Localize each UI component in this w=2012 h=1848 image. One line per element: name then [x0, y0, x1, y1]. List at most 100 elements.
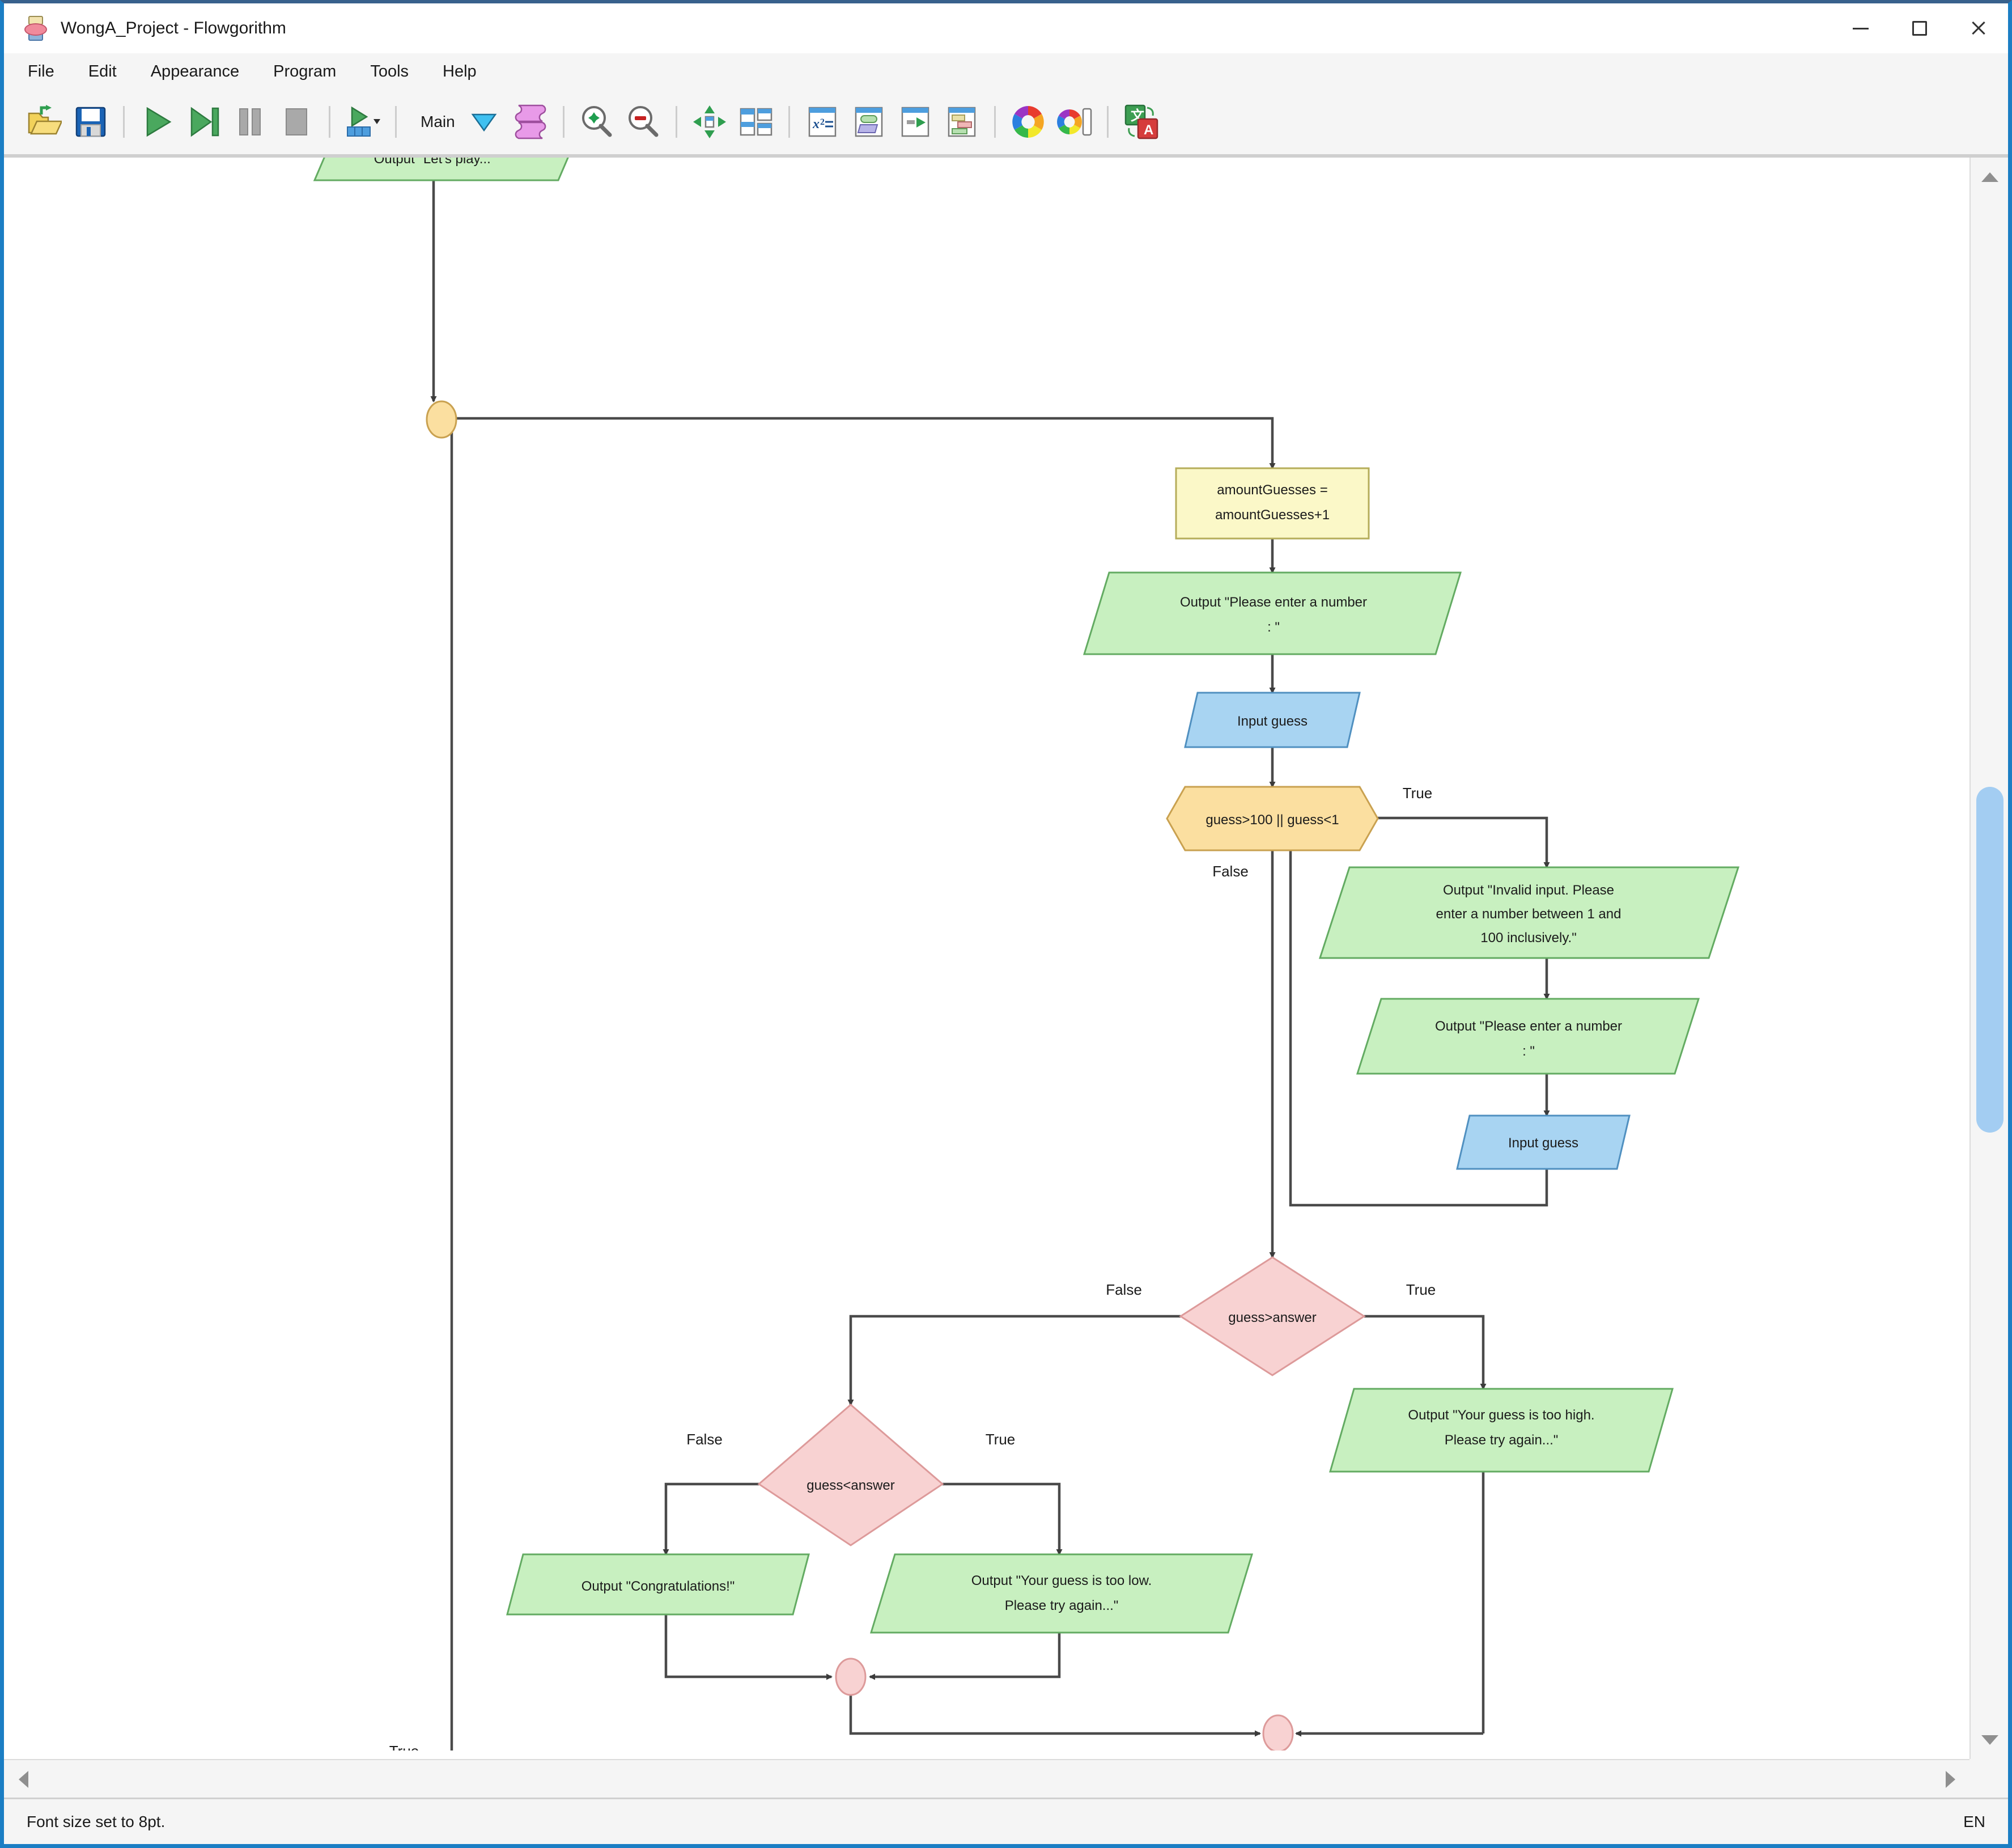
- zoom-out-icon: [628, 106, 659, 137]
- code-button[interactable]: [939, 99, 985, 145]
- maximize-button[interactable]: [1890, 3, 1949, 53]
- node-input-guess-1[interactable]: Input guess: [1184, 692, 1361, 748]
- node-text: guess<answer: [807, 1478, 894, 1493]
- node-output-prompt-2[interactable]: Output "Please enter a number : ": [1356, 998, 1700, 1075]
- node-output-too-low[interactable]: Output "Your guess is too low. Please tr…: [869, 1553, 1254, 1634]
- variables-icon: x 2: [808, 107, 836, 137]
- console-button[interactable]: [892, 99, 939, 145]
- pause-button[interactable]: [227, 99, 273, 145]
- minimize-button[interactable]: [1831, 3, 1890, 53]
- menu-tools[interactable]: Tools: [366, 60, 413, 84]
- fit-icon: [693, 105, 726, 138]
- menu-file[interactable]: File: [23, 60, 59, 84]
- chevron-down-icon: [471, 113, 497, 132]
- node-text-line3: 100 inclusively.": [1480, 930, 1577, 946]
- node-text-line2: Please try again...": [1005, 1598, 1119, 1613]
- zoom-out-button[interactable]: [620, 99, 667, 145]
- node-output-prompt-1[interactable]: Output "Please enter a number : ": [1083, 571, 1462, 655]
- title-bar: WongA_Project - Flowgorithm: [4, 3, 2008, 53]
- step-button[interactable]: [180, 99, 227, 145]
- node-decision-guess-greater[interactable]: guess>answer: [1179, 1256, 1366, 1376]
- vertical-scrollbar-thumb[interactable]: [1976, 787, 2003, 1133]
- node-text-line2: Please try again...": [1445, 1432, 1559, 1448]
- edge-label-true-1: True: [1403, 785, 1433, 802]
- menu-program[interactable]: Program: [269, 60, 341, 84]
- flowchart-diagram: Output "Let's play..." amountGuesses = a…: [4, 158, 1971, 1750]
- node-while-invalid-range[interactable]: guess>100 || guess<1: [1166, 786, 1379, 851]
- menu-help[interactable]: Help: [438, 60, 481, 84]
- save-button[interactable]: [67, 99, 114, 145]
- node-text: guess>answer: [1228, 1310, 1316, 1325]
- node-text-line1: Output "Please enter a number: [1435, 1019, 1622, 1034]
- scroll-left-button[interactable]: [4, 1760, 43, 1798]
- node-text-line1: Output "Invalid input. Please: [1443, 883, 1614, 898]
- scroll-down-button[interactable]: [1971, 1720, 2008, 1759]
- zoom-in-button[interactable]: [574, 99, 620, 145]
- node-output-too-high[interactable]: Output "Your guess is too high. Please t…: [1329, 1388, 1674, 1473]
- flowchart-canvas[interactable]: Output "Let's play..." amountGuesses = a…: [4, 156, 2008, 1798]
- toolbar-separator: [994, 106, 996, 138]
- svg-text:x: x: [812, 117, 820, 132]
- open-button[interactable]: [21, 99, 67, 145]
- toolbar-separator: [123, 106, 125, 138]
- pause-icon: [239, 108, 261, 135]
- node-text: Input guess: [1508, 1135, 1578, 1151]
- scroll-right-icon: [1945, 1771, 1955, 1788]
- node-merge-connector-2[interactable]: [1262, 1714, 1294, 1750]
- zoom-in-icon: [581, 106, 612, 137]
- node-output-congratulations[interactable]: Output "Congratulations!": [506, 1553, 810, 1616]
- scroll-up-button[interactable]: [1971, 158, 2008, 196]
- color-wheel-icon: [1012, 106, 1044, 138]
- node-merge-connector-1[interactable]: [835, 1658, 867, 1696]
- scroll-right-button[interactable]: [1931, 1760, 1969, 1798]
- status-language: EN: [1963, 1812, 1985, 1830]
- toolbar-separator: [788, 106, 790, 138]
- vertical-scrollbar[interactable]: [1969, 158, 2008, 1759]
- scroll-left-icon: [18, 1771, 28, 1788]
- edge-label-false-1: False: [1212, 863, 1249, 880]
- node-text-line1: Output "Your guess is too high.: [1408, 1408, 1594, 1423]
- scroll-down-icon: [1981, 1735, 1998, 1745]
- node-text-line2: : ": [1267, 620, 1280, 635]
- menu-edit[interactable]: Edit: [84, 60, 121, 84]
- color-theme-button[interactable]: [1005, 99, 1051, 145]
- maximize-icon: [1912, 21, 1927, 36]
- edge-label-true-2: True: [1406, 1281, 1436, 1298]
- fit-button[interactable]: [686, 99, 733, 145]
- node-text: Output "Let's play...": [374, 158, 496, 167]
- node-output-lets-play[interactable]: Output "Let's play...": [313, 158, 575, 181]
- run-button[interactable]: [134, 99, 180, 145]
- status-message: Font size set to 8pt.: [27, 1812, 165, 1830]
- color-picker-button[interactable]: [1051, 99, 1098, 145]
- node-output-invalid-input[interactable]: Output "Invalid input. Please enter a nu…: [1318, 866, 1740, 959]
- run-options-button[interactable]: [339, 99, 386, 145]
- node-assign-amountguesses[interactable]: amountGuesses = amountGuesses+1: [1175, 467, 1370, 540]
- node-text-line2: enter a number between 1 and: [1436, 906, 1622, 922]
- step-icon: [190, 107, 219, 137]
- language-button[interactable]: 文 A: [1118, 99, 1164, 145]
- translate-icon: 文 A: [1124, 104, 1158, 139]
- node-text-line2: : ": [1522, 1044, 1535, 1059]
- node-text-line1: Output "Your guess is too low.: [971, 1573, 1152, 1588]
- menu-bar: File Edit Appearance Program Tools Help: [4, 53, 2008, 90]
- stop-button[interactable]: [273, 99, 320, 145]
- node-loop-connector[interactable]: [426, 400, 457, 439]
- console-icon: [901, 107, 929, 137]
- node-input-guess-2[interactable]: Input guess: [1456, 1114, 1631, 1170]
- function-shape-button[interactable]: [507, 99, 554, 145]
- edge-label-false-2: False: [1106, 1281, 1142, 1298]
- function-selector-dropdown[interactable]: [461, 99, 507, 145]
- toolbar-separator: [675, 106, 677, 138]
- menu-appearance[interactable]: Appearance: [146, 60, 244, 84]
- node-decision-guess-less[interactable]: guess<answer: [757, 1404, 944, 1546]
- toolbar-separator: [329, 106, 330, 138]
- window-title: WongA_Project - Flowgorithm: [61, 19, 286, 37]
- horizontal-scrollbar[interactable]: [4, 1759, 1969, 1798]
- toolbar-separator: [1106, 106, 1109, 138]
- layout-button[interactable]: [733, 99, 779, 145]
- shapes-icon: [855, 107, 882, 137]
- variables-button[interactable]: x 2: [799, 99, 846, 145]
- close-button[interactable]: [1949, 3, 2008, 53]
- color-picker-icon: [1056, 108, 1092, 136]
- shapes-button[interactable]: [846, 99, 892, 145]
